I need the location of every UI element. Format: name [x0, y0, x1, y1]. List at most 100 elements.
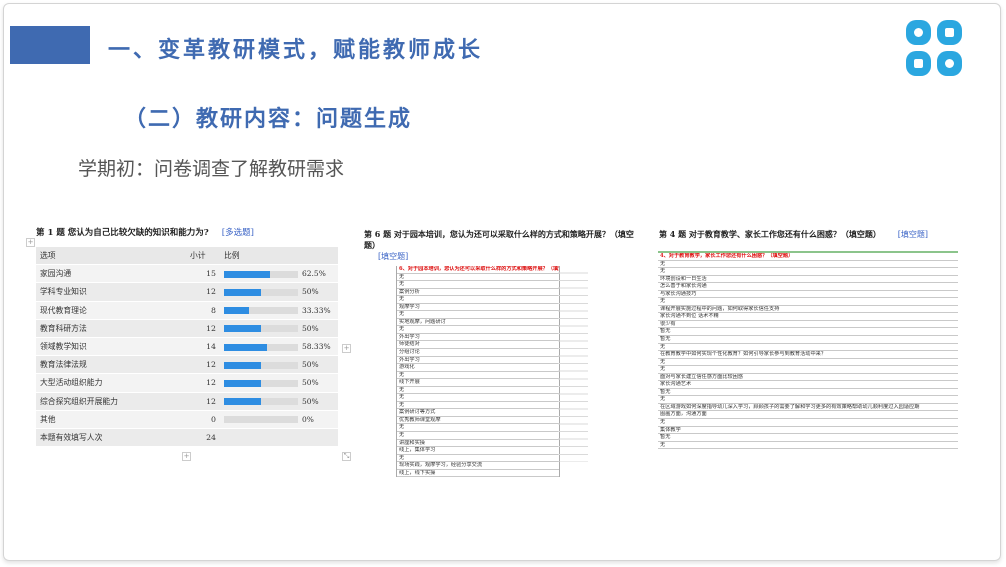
table-total-row: 本题有效填写人次 24 [36, 428, 338, 448]
q2-answer-row: 无 [397, 424, 559, 433]
slide-title: 一、变革教研模式，赋能教师成长 [108, 37, 484, 63]
q3-answer-row: 家长沟通不到位 话术不精 [658, 313, 958, 321]
q3-answer-row: 无 [658, 359, 958, 367]
q2-answer-row: 无 [397, 455, 559, 463]
option-label: 学科专业知识 [36, 282, 186, 302]
q1-type-tag: [多选题] [221, 228, 254, 238]
option-ratio: 62.5% [220, 264, 338, 284]
q3-answer-row: 无 [658, 261, 958, 269]
ratio-percent: 50% [302, 378, 319, 388]
resize-handle-icon[interactable]: ⤡ [342, 452, 351, 461]
q3-answer-row: 在教育教学中如何实现个性化教育？如何引导家长参与到教育活动中来？ [658, 351, 958, 359]
ratio-bar-fill [224, 343, 268, 351]
option-label: 其他 [36, 410, 186, 429]
table-row: 教育科研方法 12 50% [36, 319, 338, 338]
q2-answer-sheet: 6、对于园本培训，您认为还可以采取什么样的方式和策略开展？（填空题） 无无案例分… [396, 266, 560, 478]
q2-answer-row: 实地观摩，问题研讨 [397, 319, 559, 327]
q2-answer-row: 无 [397, 311, 559, 319]
option-label: 家园沟通 [36, 264, 186, 284]
table-row: 综合探究组织开展能力 12 50% [36, 392, 338, 411]
q3-answer-row: 无 [658, 344, 958, 352]
q2-answer-row: 无 [397, 394, 559, 402]
q2-answer-row: 讲座和实操 [397, 440, 559, 448]
option-ratio: 50% [220, 355, 338, 375]
ratio-bar-track [224, 379, 298, 387]
q3-answer-row: 很少有 [658, 321, 958, 329]
q3-answer-row: 无 [658, 396, 958, 404]
q3-type-tag: [填空题] [897, 230, 928, 239]
option-ratio: 50% [220, 392, 338, 411]
table-row: 家园沟通 15 62.5% [36, 264, 338, 284]
q3-answer-row: 暂无 [658, 389, 958, 397]
q2-title: 第 6 题 对于园本培训，您认为还可以采取什么样的方式和策略开展？（填空题） [… [364, 229, 646, 262]
q2-title-text: 第 6 题 对于园本培训，您认为还可以采取什么样的方式和策略开展？（填空题） [364, 229, 634, 250]
ratio-percent: 62.5% [302, 269, 326, 279]
q3-answer-row: 暂无 [658, 336, 958, 344]
ratio-bar-track [224, 416, 298, 424]
q3-answer-row: 无 [658, 419, 958, 427]
q1-panel: 第 1 题 您认为自己比较欠缺的知识和能力为? [多选题] 选项 小计 比例 家… [36, 226, 338, 448]
q2-answer-row: 无 [397, 402, 559, 410]
table-header-row: 选项 小计 比例 [36, 247, 338, 266]
q3-title-text: 第 4 题 对于教育教学、家长工作您还有什么困惑？（填空题） [659, 229, 881, 239]
option-label: 教育法律法规 [36, 355, 186, 375]
option-count: 0 [186, 410, 220, 429]
ratio-bar-fill [224, 270, 271, 278]
option-ratio: 50% [220, 319, 338, 338]
option-count: 12 [186, 392, 220, 411]
q2-answer-row: 线下开展 [397, 379, 559, 387]
add-row-icon[interactable]: + [182, 452, 191, 461]
option-label: 教育科研方法 [36, 319, 186, 338]
q2-answer-row: 观摩学习 [397, 304, 559, 312]
q2-answer-row: 线上，集体学习 [397, 447, 559, 455]
total-empty [220, 428, 338, 448]
ratio-bar-track [224, 361, 298, 369]
title-accent-bar [10, 26, 90, 64]
q2-answer-row: 无 [397, 281, 559, 289]
q2-answer-row: 无 [397, 274, 559, 282]
q2-answer-row: 线上，线下实操 [397, 470, 559, 478]
ratio-bar-fill [224, 398, 261, 406]
table-row: 其他 0 0% [36, 410, 338, 429]
q2-answer-row: 无 [397, 326, 559, 334]
q2-answer-row: 无 [397, 387, 559, 395]
q2-answer-row: 案例研讨等方式 [397, 409, 559, 417]
ratio-bar-fill [224, 361, 261, 369]
q2-answer-row: 外出学习 [397, 357, 559, 365]
ratio-bar-track [224, 398, 298, 406]
option-ratio: 33.33% [220, 301, 338, 320]
option-ratio: 0% [220, 410, 338, 429]
table-row: 学科专业知识 12 50% [36, 282, 338, 302]
ratio-bar-fill [224, 288, 261, 296]
school-logo-icon [906, 20, 962, 76]
q2-answer-row: 无 [397, 296, 559, 304]
option-count: 12 [186, 355, 220, 375]
q2-answer-row: 现场实践，观摩学习，经验分享交流 [397, 462, 559, 470]
q1-title-text: 第 1 题 您认为自己比较欠缺的知识和能力为? [36, 228, 209, 238]
q3-answer-row: 图画方面，沟通方面 [658, 411, 958, 420]
slide-caption: 学期初：问卷调查了解教研需求 [78, 158, 345, 180]
ratio-percent: 50% [302, 396, 319, 406]
q3-answer-row: 暂无 [658, 434, 958, 442]
q2-answer-row: 分组讨论 [397, 349, 559, 357]
ratio-percent: 50% [302, 323, 319, 333]
q3-answer-row: 家长沟通艺术 [658, 381, 958, 389]
add-column-icon[interactable]: + [342, 344, 351, 353]
q1-result-table: 选项 小计 比例 家园沟通 15 62.5% 学科专业知识 12 50% 现代教育理论 8 33… [36, 247, 338, 448]
q3-answer-row: 无 [658, 268, 958, 276]
expand-handle-icon[interactable]: + [26, 238, 35, 247]
q3-answer-row: 课程开展实施过程中的问题，如何取得家长信任支持 [658, 306, 958, 314]
ratio-bar-fill [224, 379, 261, 387]
option-count: 14 [186, 337, 220, 357]
option-label: 大型活动组织能力 [36, 373, 186, 393]
ratio-bar-track [224, 325, 298, 333]
table-row: 大型活动组织能力 12 50% [36, 373, 338, 393]
table-row: 现代教育理论 8 33.33% [36, 301, 338, 320]
option-label: 领域教学知识 [36, 337, 186, 357]
q2-sheet-header: 6、对于园本培训，您认为还可以采取什么样的方式和策略开展？（填空题） [397, 266, 559, 274]
table-row: 领域教学知识 14 58.33% [36, 337, 338, 357]
q3-answer-row: 无 [658, 442, 958, 450]
q3-answer-row: 暂无 [658, 328, 958, 337]
header-option: 选项 [36, 247, 186, 266]
ratio-percent: 50% [302, 360, 319, 370]
